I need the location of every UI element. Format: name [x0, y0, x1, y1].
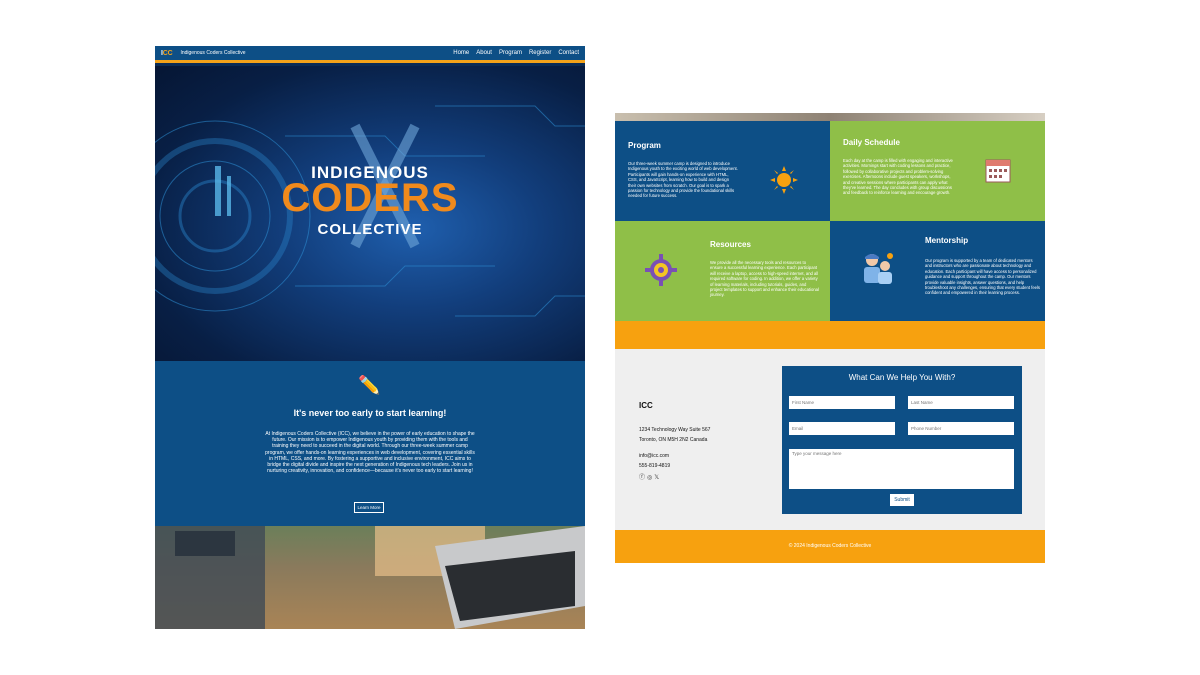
schedule-title: Daily Schedule	[843, 138, 900, 147]
facebook-icon[interactable]: ⓕ	[639, 473, 645, 483]
intro-section: ✏️ It's never too early to start learnin…	[155, 361, 585, 526]
top-navbar: ICC Indigenous Coders Collective Home Ab…	[155, 46, 585, 63]
landing-page-mockup: ICC Indigenous Coders Collective Home Ab…	[155, 46, 585, 629]
nav-links: Home About Program Register Contact	[453, 50, 579, 56]
hero-banner: INDIGENOUS CODERS COLLECTIVE	[155, 66, 585, 361]
contact-address-line2: Toronto, ON M5H 2N2 Canada	[639, 437, 708, 443]
contact-email[interactable]: info@icc.com	[639, 451, 710, 461]
contact-info: ICC 1234 Technology Way Suite 567 Toront…	[639, 401, 710, 483]
program-page-mockup: Program Our three-week summer camp is de…	[615, 113, 1045, 563]
intro-paragraph: At Indigenous Coders Collective (ICC), w…	[265, 431, 475, 475]
pencil-icon: ✏️	[358, 375, 381, 395]
submit-button[interactable]: Submit	[890, 494, 914, 506]
message-textarea[interactable]	[789, 449, 1014, 489]
site-logo[interactable]: ICC	[161, 50, 173, 57]
gear-icon	[645, 254, 677, 286]
instagram-icon[interactable]: ◎	[647, 473, 652, 483]
nav-link-contact[interactable]: Contact	[558, 50, 579, 56]
mentor-icon	[864, 253, 893, 284]
phone-input[interactable]	[908, 422, 1014, 435]
resources-card: Resources We provide all the necessary t…	[615, 221, 830, 321]
site-brand-name: Indigenous Coders Collective	[180, 50, 246, 56]
email-input[interactable]	[789, 422, 895, 435]
program-card: Program Our three-week summer camp is de…	[615, 121, 830, 221]
orange-divider-band	[615, 321, 1045, 349]
sun-icon	[770, 166, 798, 194]
hero-title-coders: CODERS	[281, 176, 459, 220]
mentorship-title: Mentorship	[925, 236, 969, 245]
hero-title-collective: COLLECTIVE	[317, 221, 423, 238]
nav-link-about[interactable]: About	[476, 50, 492, 56]
mentorship-description: Our program is supported by a team of de…	[925, 258, 1040, 296]
nav-link-program[interactable]: Program	[499, 50, 522, 56]
contact-section: ICC 1234 Technology Way Suite 567 Toront…	[615, 349, 1045, 530]
resources-description: We provide all the necessary tools and r…	[710, 260, 819, 298]
program-title: Program	[628, 141, 661, 150]
contact-phone[interactable]: 555-819-4819	[639, 461, 710, 471]
last-name-input[interactable]	[908, 396, 1014, 409]
top-photo-strip	[615, 113, 1045, 121]
calendar-icon	[985, 159, 1011, 183]
contact-form: What Can We Help You With? Submit	[782, 366, 1022, 514]
nav-link-home[interactable]: Home	[453, 50, 469, 56]
schedule-description: Each day at the camp is filled with enga…	[843, 158, 953, 196]
mentorship-card: Mentorship Our program is supported by a…	[830, 221, 1045, 321]
schedule-card: Daily Schedule Each day at the camp is f…	[830, 121, 1045, 221]
learn-more-button[interactable]: Learn More	[354, 502, 384, 513]
contact-address-line1: 1234 Technology Way Suite 567	[639, 427, 711, 433]
program-description: Our three-week summer camp is designed t…	[628, 161, 738, 199]
footer-copyright: © 2024 Indigenous Coders Collective	[615, 530, 1045, 563]
nav-link-register[interactable]: Register	[529, 50, 551, 56]
x-twitter-icon[interactable]: 𝕏	[654, 473, 659, 483]
social-links: ⓕ ◎ 𝕏	[639, 473, 710, 483]
intro-heading: It's never too early to start learning!	[293, 408, 447, 418]
student-laptop-photo	[155, 526, 585, 629]
form-title: What Can We Help You With?	[848, 373, 956, 382]
first-name-input[interactable]	[789, 396, 895, 409]
resources-title: Resources	[710, 240, 751, 249]
contact-org-name: ICC	[639, 401, 653, 410]
